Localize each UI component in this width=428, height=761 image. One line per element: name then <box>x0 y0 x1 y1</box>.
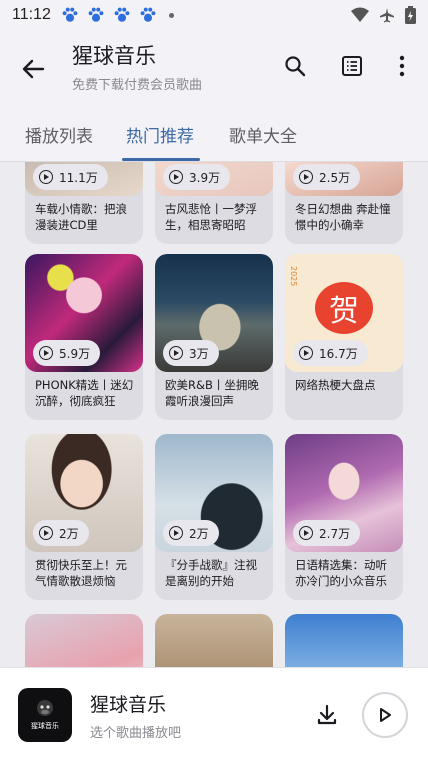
play-circle-icon <box>169 346 183 360</box>
playlist-cover: 2万 <box>25 434 143 552</box>
paw-icon <box>114 7 130 22</box>
download-icon[interactable] <box>314 702 340 728</box>
more-options-button[interactable] <box>388 52 416 80</box>
tab-indicator <box>122 158 200 161</box>
paw-icon <box>140 7 156 22</box>
player-cover: 猩球音乐 <box>18 688 72 742</box>
play-count-badge: 16.7万 <box>293 340 368 366</box>
tab-playlist[interactable]: 播放列表 <box>25 122 93 147</box>
play-count-badge: 2万 <box>33 520 89 546</box>
paw-icon <box>62 7 78 22</box>
playlist-card[interactable] <box>25 614 143 667</box>
playlist-cover <box>155 614 273 667</box>
playlist-title: 古风悲怆丨一梦浮生，相思寄昭昭 <box>165 202 257 232</box>
playlist-cover: 贺 2025 16.7万 <box>285 254 403 372</box>
play-circle-icon <box>299 526 313 540</box>
play-circle-icon <box>299 170 313 184</box>
playlist-card[interactable] <box>155 614 273 667</box>
status-time: 11:12 <box>12 6 51 23</box>
playlist-card[interactable] <box>285 614 403 667</box>
playlist-title: 冬日幻想曲 奔赴憧憬中的小确幸 <box>295 202 391 232</box>
playlist-card[interactable]: 2.5万 冬日幻想曲 奔赴憧憬中的小确幸 <box>285 162 403 244</box>
player-title: 猩球音乐 <box>90 694 167 716</box>
mini-player[interactable]: 猩球音乐 猩球音乐 选个歌曲播放吧 <box>0 667 428 761</box>
playlist-card[interactable]: 2.7万 日语精选集：动听亦冷门的小众音乐 <box>285 434 403 600</box>
play-circle-icon <box>169 526 183 540</box>
status-bar: 11:12 <box>0 0 428 30</box>
playlist-title: 网络热梗大盘点 <box>295 378 376 392</box>
play-count-badge: 3.9万 <box>163 164 231 190</box>
play-circle-icon <box>169 170 183 184</box>
search-button[interactable] <box>281 52 309 80</box>
player-subtitle: 选个歌曲播放吧 <box>90 726 182 741</box>
airplane-mode-icon <box>380 8 394 23</box>
playlist-card[interactable]: 2万 『分手战歌』注视是离别的开始 <box>155 434 273 600</box>
playlist-card[interactable]: 3万 欧美R&B丨坐拥晚霞听浪漫回声 <box>155 254 273 420</box>
play-button[interactable] <box>362 692 408 738</box>
more-vert-icon <box>399 55 405 77</box>
play-circle-icon <box>39 526 53 540</box>
play-count-badge: 5.9万 <box>33 340 101 366</box>
gorilla-logo-icon <box>37 700 53 716</box>
tab-hot-recommend[interactable]: 热门推荐 <box>126 122 194 147</box>
play-circle-icon <box>39 170 53 184</box>
list-icon <box>342 56 362 76</box>
playlist-cover: 3.9万 <box>155 162 273 196</box>
list-view-button[interactable] <box>338 52 366 80</box>
playlist-card[interactable]: 2万 贯彻快乐至上！元气情歌散退烦恼 <box>25 434 143 600</box>
playlist-title: 欧美R&B丨坐拥晚霞听浪漫回声 <box>165 378 259 408</box>
tab-playlist-collection[interactable]: 歌单大全 <box>229 122 297 147</box>
playlist-card[interactable]: 11.1万 车载小情歌：把浪漫装进CD里 <box>25 162 143 244</box>
playlist-cover <box>25 614 143 667</box>
greeting-emblem: 贺 <box>315 282 373 334</box>
play-count-badge: 3万 <box>163 340 219 366</box>
search-icon <box>285 56 306 77</box>
playlist-grid[interactable]: 11.1万 车载小情歌：把浪漫装进CD里 3.9万 古风悲怆丨一梦浮生，相思寄昭… <box>0 162 428 667</box>
navigation-bar <box>0 755 428 761</box>
playlist-cover: 3万 <box>155 254 273 372</box>
play-icon <box>380 708 391 722</box>
play-circle-icon <box>39 346 53 360</box>
page-title: 猩球音乐 <box>72 44 156 68</box>
playlist-cover <box>285 614 403 667</box>
playlist-cover: 5.9万 <box>25 254 143 372</box>
playlist-card[interactable]: 5.9万 PHONK精选丨迷幻沉醉，彻底疯狂 <box>25 254 143 420</box>
page-subtitle: 免费下载付费会员歌曲 <box>72 78 203 93</box>
playlist-title: 『分手战歌』注视是离别的开始 <box>165 558 257 588</box>
play-count-badge: 11.1万 <box>33 164 108 190</box>
playlist-cover: 2万 <box>155 434 273 552</box>
play-count-badge: 2万 <box>163 520 219 546</box>
playlist-cover: 2.7万 <box>285 434 403 552</box>
play-count-badge: 2.5万 <box>293 164 361 190</box>
playlist-title: 日语精选集：动听亦冷门的小众音乐 <box>295 558 387 588</box>
app-bar: 猩球音乐 免费下载付费会员歌曲 <box>0 30 428 108</box>
playlist-card[interactable]: 3.9万 古风悲怆丨一梦浮生，相思寄昭昭 <box>155 162 273 244</box>
playlist-title: 车载小情歌：把浪漫装进CD里 <box>35 202 127 232</box>
notification-dot-icon <box>168 12 174 18</box>
cover-year-label: 2025 <box>289 266 298 287</box>
play-circle-icon <box>299 346 313 360</box>
paw-icon <box>88 7 104 22</box>
wifi-icon <box>351 7 369 22</box>
back-arrow-icon[interactable] <box>18 54 48 84</box>
playlist-title: 贯彻快乐至上！元气情歌散退烦恼 <box>35 558 127 588</box>
playlist-card[interactable]: 贺 2025 16.7万 网络热梗大盘点 <box>285 254 403 420</box>
playlist-title: PHONK精选丨迷幻沉醉，彻底疯狂 <box>35 378 134 408</box>
tab-bar: 播放列表 热门推荐 歌单大全 <box>0 108 428 162</box>
playlist-cover: 2.5万 <box>285 162 403 196</box>
battery-icon <box>405 6 416 24</box>
playlist-cover: 11.1万 <box>25 162 143 196</box>
play-count-badge: 2.7万 <box>293 520 361 546</box>
player-logo-text: 猩球音乐 <box>31 722 59 730</box>
